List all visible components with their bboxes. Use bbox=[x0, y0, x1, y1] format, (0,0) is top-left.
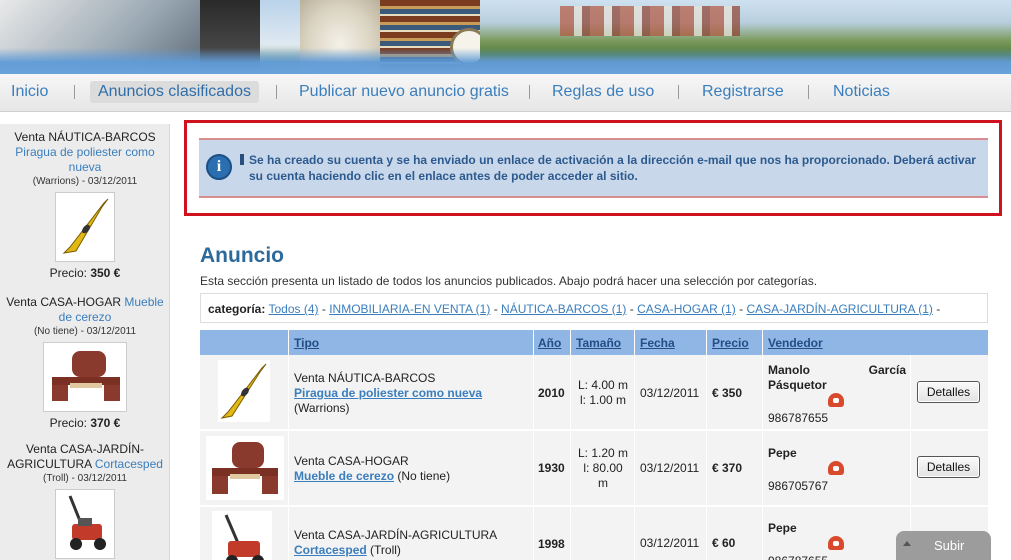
sidebar-ad-meta: (Warrions) - 03/12/2011 bbox=[32, 176, 138, 187]
category-label: categoría: bbox=[208, 302, 266, 316]
category-link-casa-hogar[interactable]: CASA-HOGAR (1) bbox=[637, 302, 736, 316]
category-link-nautica[interactable]: NÁUTICA-BARCOS (1) bbox=[501, 302, 626, 316]
scroll-top-label: Subir bbox=[934, 538, 965, 553]
ads-table-header: Tipo Año Tamaño Fecha Precio Vendedor bbox=[200, 330, 988, 355]
sidebar-ad-category: Venta NÁUTICA-BARCOS bbox=[14, 130, 156, 144]
sidebar-ad-link[interactable]: Cortacesped bbox=[95, 457, 163, 471]
sidebar-ad-meta: (Troll) - 03/12/2011 bbox=[43, 473, 127, 484]
nav-item-anuncios-clasificados[interactable]: Anuncios clasificados bbox=[90, 81, 259, 103]
arrow-up-icon bbox=[903, 541, 911, 546]
nav-separator bbox=[276, 85, 277, 99]
alert-bar bbox=[240, 154, 244, 165]
nav-item-inicio[interactable]: Inicio bbox=[11, 83, 48, 101]
sidebar-ad: Venta NÁUTICA-BARCOS Piragua de polieste… bbox=[0, 130, 170, 281]
header-banner bbox=[0, 0, 1011, 74]
details-button[interactable]: Detalles bbox=[917, 381, 980, 403]
sort-tamano[interactable]: Tamaño bbox=[576, 336, 621, 350]
phone-icon bbox=[828, 393, 844, 407]
sidebar-ad: Venta CASA-HOGAR Mueble de cerezo (No ti… bbox=[0, 295, 170, 431]
phone-icon bbox=[828, 461, 844, 475]
details-button[interactable]: Detalles bbox=[917, 456, 980, 478]
category-link-inmobiliaria[interactable]: INMOBILIARIA-EN VENTA (1) bbox=[329, 302, 490, 316]
page-title: Anuncio bbox=[200, 244, 284, 267]
ad-year: 1930 bbox=[538, 461, 565, 475]
ad-title-link[interactable]: Piragua de poliester como nueva bbox=[294, 386, 482, 400]
sort-ano[interactable]: Año bbox=[538, 336, 561, 350]
ad-title-link[interactable]: Cortacesped bbox=[294, 543, 367, 557]
ad-year: 1998 bbox=[538, 537, 565, 551]
sidebar-ad-price: Precio: 350 € bbox=[49, 266, 121, 280]
col-divider bbox=[570, 330, 571, 355]
col-divider bbox=[533, 330, 534, 355]
category-filter: categoría: Todos (4) - INMOBILIARIA-EN V… bbox=[200, 293, 988, 323]
nav-item-registrarse[interactable]: Registrarse bbox=[702, 83, 784, 101]
sidebar-ad-thumb-mower[interactable] bbox=[55, 489, 115, 559]
ad-date: 03/12/2011 bbox=[640, 461, 700, 475]
ad-date: 03/12/2011 bbox=[640, 536, 700, 550]
ad-seller: Pepe 986705767 bbox=[768, 446, 906, 494]
banner-roofs bbox=[560, 6, 740, 36]
nav-separator bbox=[808, 85, 809, 99]
sort-vendedor[interactable]: Vendedor bbox=[768, 336, 823, 350]
ad-thumb-kayak[interactable] bbox=[218, 360, 270, 422]
category-link-casa-jardin[interactable]: CASA-JARDÍN-AGRICULTURA (1) bbox=[746, 302, 932, 316]
ad-thumb-bench[interactable] bbox=[206, 436, 284, 500]
ad-thumb-mower[interactable] bbox=[212, 511, 272, 560]
ad-year: 2010 bbox=[538, 386, 565, 400]
ad-seller: Manolo García Pásquetor 986787655 bbox=[768, 363, 906, 425]
nav-item-noticias[interactable]: Noticias bbox=[833, 83, 890, 101]
sort-tipo[interactable]: Tipo bbox=[294, 336, 319, 350]
ad-size: L: 1.20 m l: 80.00 m bbox=[577, 446, 629, 490]
page-description: Esta sección presenta un listado de todo… bbox=[200, 274, 818, 288]
phone-icon bbox=[828, 536, 844, 550]
ad-type-cell: Venta CASA-HOGAR Mueble de cerezo (No ti… bbox=[294, 454, 451, 483]
nav-separator bbox=[74, 85, 75, 99]
scroll-top-button[interactable]: Subir bbox=[896, 531, 991, 560]
sidebar-ad-thumb-bench[interactable] bbox=[43, 342, 127, 412]
sidebar-ad-meta: (No tiene) - 03/12/2011 bbox=[33, 326, 137, 337]
sort-precio[interactable]: Precio bbox=[712, 336, 749, 350]
ad-size: L: 4.00 m l: 1.00 m bbox=[577, 378, 629, 407]
category-link-todos[interactable]: Todos (4) bbox=[268, 302, 318, 316]
table-row: Venta CASA-HOGAR Mueble de cerezo (No ti… bbox=[200, 431, 988, 506]
ad-type-cell: Venta CASA-JARDÍN-AGRICULTURA Cortacespe… bbox=[294, 528, 498, 557]
sort-fecha[interactable]: Fecha bbox=[640, 336, 675, 350]
sidebar-ad: Venta CASA-JARDÍN-AGRICULTURA Cortacespe… bbox=[0, 442, 170, 560]
sidebar-ad-link[interactable]: Piragua de poliester como nueva bbox=[15, 145, 154, 174]
col-divider bbox=[762, 330, 763, 355]
ad-type-cell: Venta NÁUTICA-BARCOS Piragua de polieste… bbox=[294, 371, 483, 415]
page: Inicio Anuncios clasificados Publicar nu… bbox=[0, 0, 1011, 560]
ad-seller: Pepe 986787655 bbox=[768, 521, 906, 560]
col-divider bbox=[634, 330, 635, 355]
main-nav: Inicio Anuncios clasificados Publicar nu… bbox=[0, 74, 1011, 112]
sidebar-ad-price: Precio: 370 € bbox=[49, 416, 121, 430]
activation-alert: i Se ha creado su cuenta y se ha enviado… bbox=[199, 138, 988, 198]
nav-separator bbox=[529, 85, 530, 99]
info-icon: i bbox=[206, 154, 232, 180]
nav-item-reglas[interactable]: Reglas de uso bbox=[552, 83, 654, 101]
table-row: Venta NÁUTICA-BARCOS Piragua de polieste… bbox=[200, 355, 988, 430]
alert-message: Se ha creado su cuenta y se ha enviado u… bbox=[249, 153, 976, 183]
ad-title-link[interactable]: Mueble de cerezo bbox=[294, 469, 394, 483]
nav-separator bbox=[678, 85, 679, 99]
col-divider bbox=[706, 330, 707, 355]
ad-price: € 60 bbox=[712, 536, 736, 550]
banner-blue-strip bbox=[0, 48, 1011, 74]
sidebar-latest-ads: Venta NÁUTICA-BARCOS Piragua de polieste… bbox=[0, 124, 170, 560]
ad-price: € 370 bbox=[712, 461, 743, 475]
ad-date: 03/12/2011 bbox=[640, 386, 700, 400]
col-divider bbox=[288, 330, 289, 355]
sidebar-ad-thumb-kayak[interactable] bbox=[55, 192, 115, 262]
table-row: Venta CASA-JARDÍN-AGRICULTURA Cortacespe… bbox=[200, 507, 988, 560]
nav-item-publicar[interactable]: Publicar nuevo anuncio gratis bbox=[299, 83, 509, 101]
ad-price: € 350 bbox=[712, 386, 743, 400]
